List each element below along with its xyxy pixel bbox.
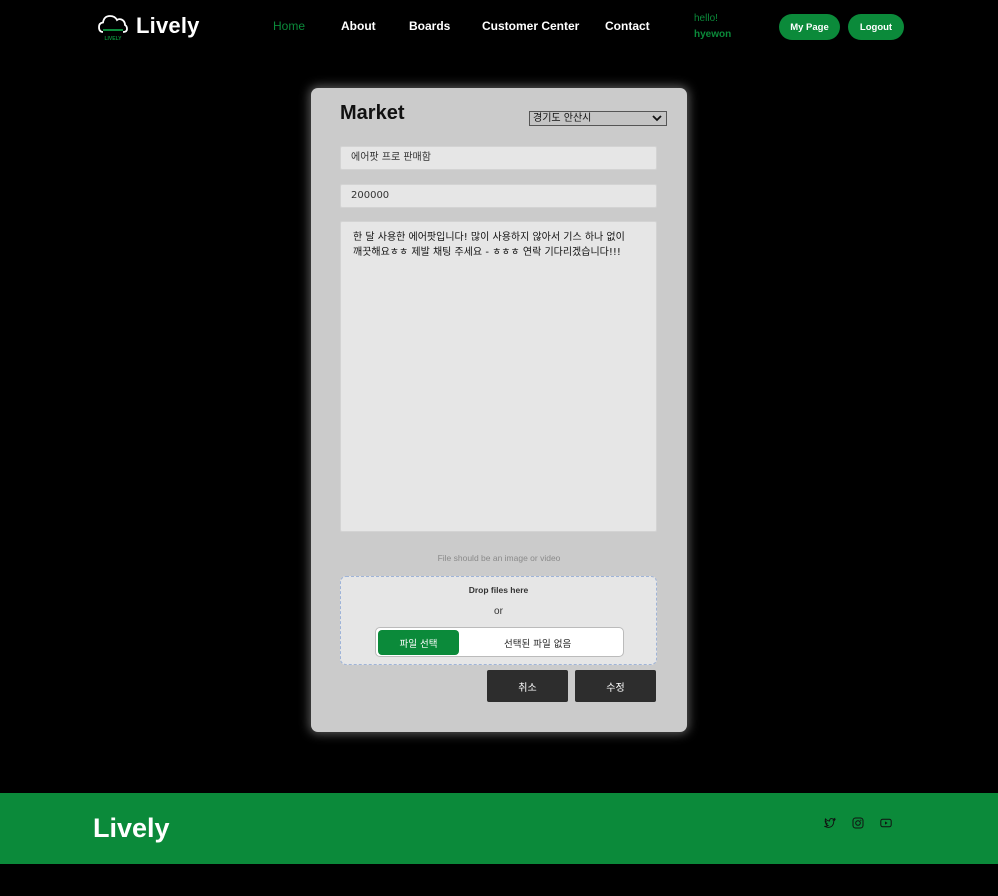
or-text: or	[494, 606, 503, 617]
chevron-down-icon	[652, 113, 662, 123]
price-input[interactable]: 200000	[340, 184, 657, 208]
twitter-icon[interactable]	[824, 817, 836, 829]
footer: Lively	[0, 793, 998, 864]
cloud-logo-icon: LIVELY	[98, 10, 128, 42]
nav-contact[interactable]: Contact	[605, 19, 650, 33]
logo-icon-label: LIVELY	[104, 36, 122, 42]
username: hyewon	[694, 29, 732, 40]
nav-about[interactable]: About	[341, 19, 376, 33]
logo[interactable]: LIVELY Lively	[98, 10, 200, 42]
greeting-text: hello!	[694, 13, 718, 24]
file-hint: File should be an image or video	[437, 553, 561, 563]
nav-boards[interactable]: Boards	[409, 19, 450, 33]
region-value: 경기도 안산시	[533, 113, 592, 124]
footer-logo: Lively	[93, 813, 170, 843]
header: LIVELY Lively Home About Boards Customer…	[0, 0, 998, 56]
title-input[interactable]: 에어팟 프로 판매함	[340, 146, 657, 170]
file-dropzone[interactable]: Drop files here or 파일 선택 선택된 파일 없음	[340, 576, 657, 665]
cancel-button[interactable]: 취소	[487, 670, 568, 702]
user-greeting: hello! hyewon	[694, 11, 731, 43]
content-textarea[interactable]: 한 달 사용한 에어팟입니다! 많이 사용하지 않아서 기스 하나 없이 깨끗해…	[340, 221, 657, 532]
region-select[interactable]: 경기도 안산시	[529, 111, 667, 126]
form-title: Market	[340, 102, 405, 124]
nav-home[interactable]: Home	[273, 19, 305, 33]
my-page-button[interactable]: My Page	[779, 14, 840, 40]
choose-file-button[interactable]: 파일 선택	[378, 630, 459, 655]
logout-button[interactable]: Logout	[848, 14, 904, 40]
file-status: 선택된 파일 없음	[504, 639, 572, 650]
logo-text: Lively	[136, 13, 200, 38]
submit-edit-button[interactable]: 수정	[575, 670, 656, 702]
drop-files-text: Drop files here	[468, 585, 529, 595]
market-edit-card: Market 경기도 안산시 에어팟 프로 판매함 200000 한 달 사용한…	[311, 88, 687, 732]
file-input[interactable]: 파일 선택 선택된 파일 없음	[375, 627, 624, 657]
instagram-icon[interactable]	[852, 817, 864, 829]
youtube-icon[interactable]	[880, 817, 892, 829]
nav-customer-center[interactable]: Customer Center	[482, 19, 579, 33]
